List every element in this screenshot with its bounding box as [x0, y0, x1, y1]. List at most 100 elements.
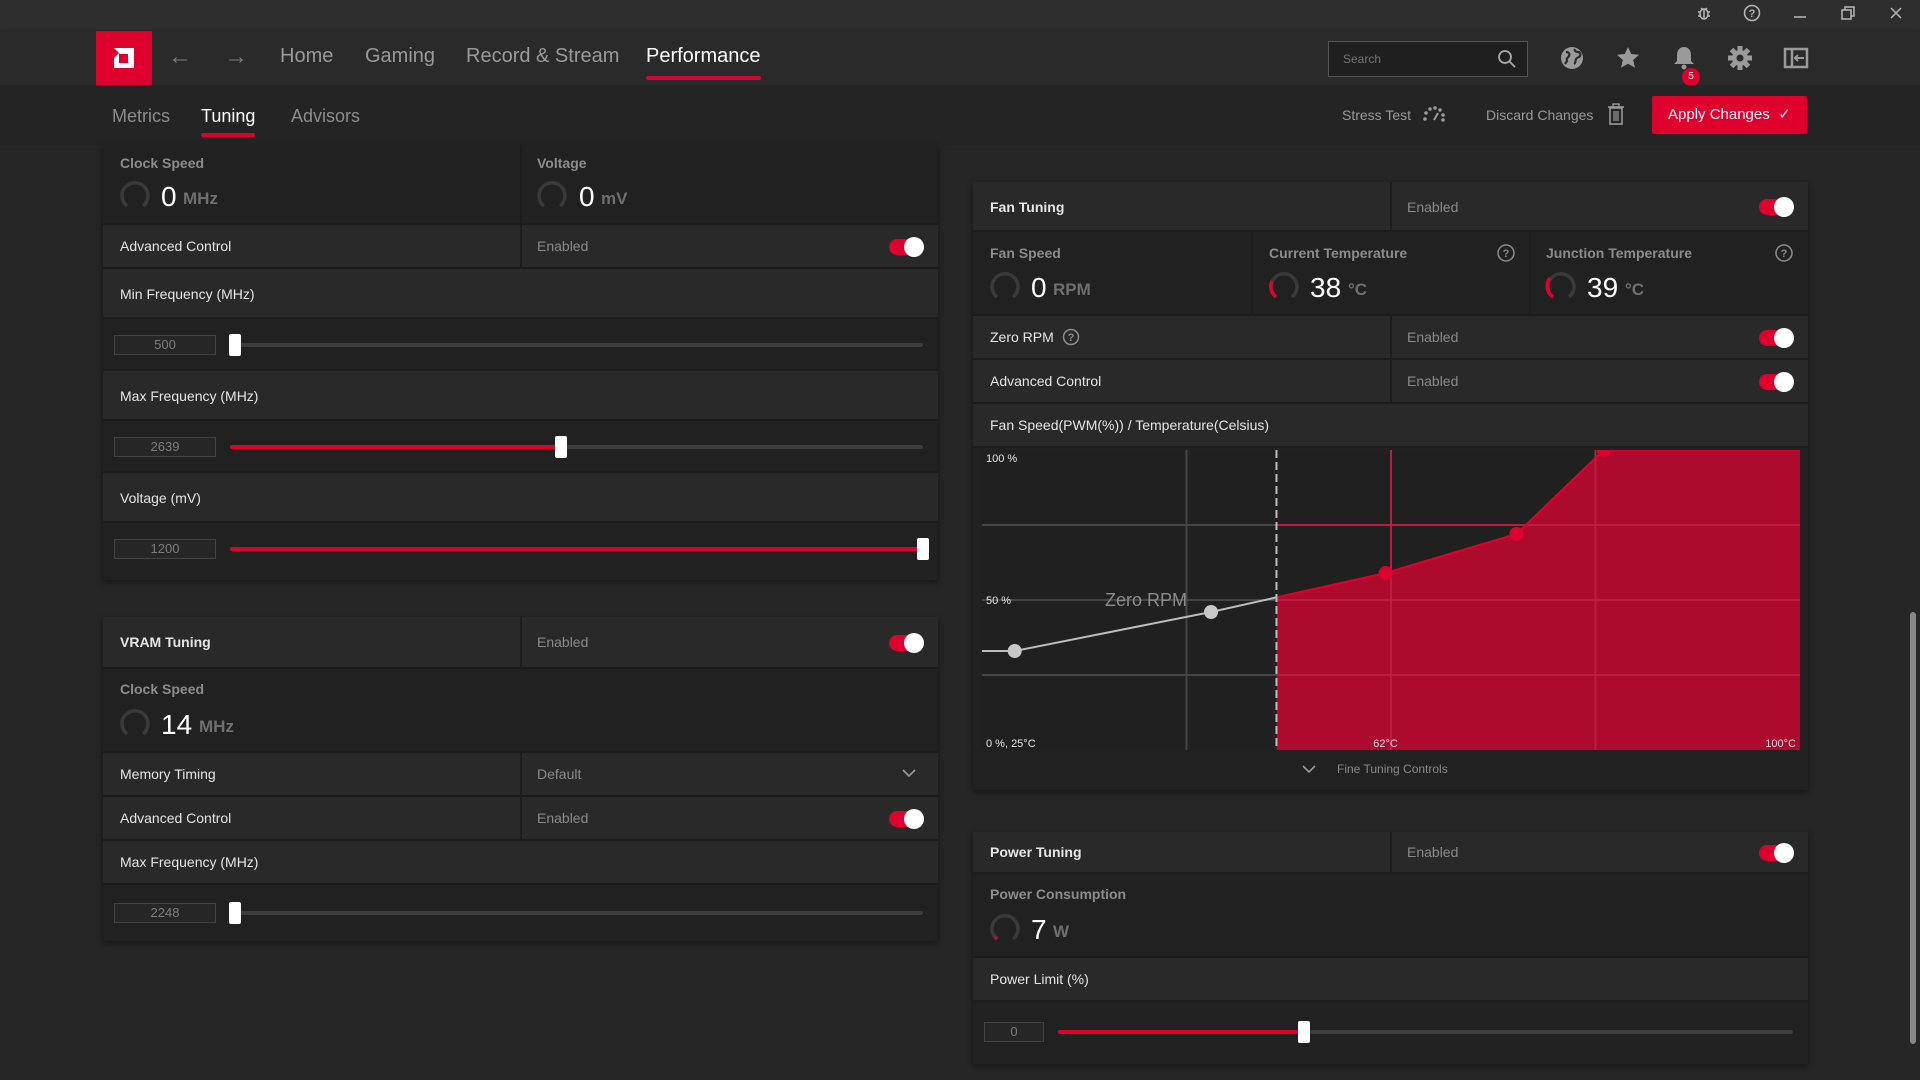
max-frequency-label: Max Frequency (MHz) [120, 388, 259, 404]
nav-gaming[interactable]: Gaming [365, 45, 435, 68]
voltage-title: Voltage [537, 155, 587, 171]
slider-thumb[interactable] [229, 334, 241, 356]
vram-tuning-panel: VRAM Tuning Enabled Clock Speed 14 MHz M… [103, 617, 938, 941]
fan-tuning-title: Fan Tuning [990, 199, 1065, 215]
power-consumption-unit: W [1053, 922, 1070, 941]
power-tuning-panel: Power Tuning Enabled Power Consumption 7… [973, 832, 1808, 1064]
back-arrow-icon[interactable]: ← [168, 43, 192, 71]
junction-temp-help-icon[interactable]: ? [1775, 244, 1793, 262]
stress-test-gauge-icon[interactable] [1421, 105, 1447, 123]
zero-rpm-zone-label: Zero RPM [1105, 590, 1187, 610]
trash-icon[interactable] [1608, 103, 1624, 125]
max-frequency-input[interactable]: 2639 [114, 437, 216, 457]
vram-max-frequency-slider[interactable] [229, 902, 923, 924]
tab-advisors[interactable]: Advisors [291, 106, 360, 127]
zero-rpm-state: Enabled [1407, 329, 1459, 345]
fan-curve-svg[interactable]: 100 % 50 % 0 %, 25°C 62°C 100°C Zero RPM [982, 450, 1800, 750]
clock-speed-value: 0 [161, 181, 177, 212]
power-tuning-toggle[interactable] [1759, 843, 1794, 863]
voltage-slider-label: Voltage (mV) [120, 490, 201, 506]
current-temp-unit: °C [1348, 280, 1368, 299]
chevron-down-icon[interactable] [1302, 764, 1316, 774]
settings-gear-icon[interactable] [1725, 43, 1755, 73]
curve-point[interactable] [1007, 644, 1022, 658]
close-icon[interactable] [1884, 4, 1908, 28]
current-temp-help-icon[interactable]: ? [1497, 244, 1515, 262]
fan-speed-gauge [990, 272, 1020, 299]
chevron-down-icon[interactable] [902, 768, 916, 778]
fan-advanced-control-toggle[interactable] [1759, 372, 1794, 392]
amd-logo[interactable] [96, 31, 152, 85]
divider [1251, 232, 1253, 314]
divider [520, 145, 522, 223]
title-bar: ? [0, 0, 1920, 31]
vram-advanced-control-toggle[interactable] [889, 809, 924, 829]
fan-tuning-toggle[interactable] [1759, 197, 1794, 217]
divider [1529, 232, 1531, 314]
curve-point[interactable] [1204, 605, 1219, 619]
voltage-slider[interactable] [230, 538, 929, 560]
voltage-slider-row: 1200 [103, 523, 938, 580]
memory-timing-label: Memory Timing [120, 766, 216, 782]
discard-changes-button[interactable]: Discard Changes [1486, 107, 1593, 123]
search-icon[interactable] [1497, 49, 1517, 69]
slider-thumb[interactable] [917, 538, 929, 560]
power-tuning-title: Power Tuning [990, 844, 1082, 860]
vram-clock-speed-unit: MHz [199, 717, 234, 736]
fine-tuning-row[interactable]: Fine Tuning Controls [973, 750, 1808, 790]
fan-header-row: Fan Tuning Enabled [973, 182, 1808, 232]
voltage-input[interactable]: 1200 [114, 539, 216, 559]
search-box[interactable] [1328, 41, 1528, 77]
junction-temp-title: Junction Temperature [1546, 245, 1692, 261]
vram-tuning-state: Enabled [537, 634, 589, 650]
sidebar-toggle-icon[interactable] [1781, 43, 1811, 73]
gpu-metrics-row: Clock Speed 0 MHz Voltage 0 mV [103, 145, 938, 225]
min-frequency-input[interactable]: 500 [114, 335, 216, 355]
junction-temp-value: 39 [1587, 272, 1619, 303]
min-frequency-slider[interactable] [229, 334, 923, 356]
favorites-star-icon[interactable] [1613, 43, 1643, 73]
globe-icon[interactable] [1557, 43, 1587, 73]
bug-report-icon[interactable] [1692, 4, 1716, 28]
clock-speed-title: Clock Speed [120, 155, 205, 171]
svg-text:?: ? [1781, 248, 1788, 260]
power-limit-slider[interactable] [1058, 1021, 1793, 1043]
current-temp-gauge [1269, 272, 1299, 299]
restore-icon[interactable] [1836, 4, 1860, 28]
fan-curve-chart[interactable]: 100 % 50 % 0 %, 25°C 62°C 100°C Zero RPM [982, 450, 1800, 750]
slider-thumb[interactable] [554, 436, 567, 458]
vram-max-frequency-input[interactable]: 2248 [114, 903, 216, 923]
slider-thumb[interactable] [229, 902, 241, 924]
junction-temp-gauge [1545, 272, 1576, 299]
slider-thumb[interactable] [1298, 1021, 1311, 1043]
vram-advanced-control-row: Advanced Control Enabled [103, 797, 938, 841]
power-limit-input[interactable]: 0 [984, 1022, 1044, 1042]
vertical-scrollbar[interactable] [1910, 612, 1916, 1044]
notification-badge: 5 [1682, 68, 1700, 86]
fan-advanced-control-row: Advanced Control Enabled [973, 360, 1808, 404]
zero-rpm-help-icon[interactable]: ? [1062, 328, 1080, 346]
max-frequency-slider[interactable] [230, 436, 923, 458]
minimize-icon[interactable] [1788, 4, 1812, 28]
nav-performance[interactable]: Performance [646, 45, 761, 80]
nav-home[interactable]: Home [280, 45, 333, 68]
tab-metrics[interactable]: Metrics [112, 106, 170, 127]
curve-point[interactable] [1509, 527, 1524, 541]
zero-rpm-row: Zero RPM ? Enabled [973, 316, 1808, 360]
apply-changes-button[interactable]: Apply Changes ✓ [1652, 96, 1807, 134]
fan-tuning-state: Enabled [1407, 199, 1459, 215]
stress-test-button[interactable]: Stress Test [1342, 107, 1411, 123]
fine-tuning-controls-button[interactable]: Fine Tuning Controls [1337, 762, 1448, 776]
tab-tuning[interactable]: Tuning [201, 106, 256, 137]
gpu-advanced-control-toggle[interactable] [889, 237, 924, 257]
zero-rpm-toggle[interactable] [1759, 328, 1794, 348]
search-input[interactable] [1343, 52, 1483, 66]
min-frequency-slider-row: 500 [103, 319, 938, 371]
vram-tuning-toggle[interactable] [889, 633, 924, 653]
help-icon[interactable]: ? [1740, 4, 1764, 28]
memory-timing-dropdown[interactable]: Default [537, 766, 581, 782]
nav-record-stream[interactable]: Record & Stream [466, 45, 619, 68]
curve-point[interactable] [1378, 566, 1393, 580]
x-tick-label: 62°C [1373, 738, 1398, 750]
forward-arrow-icon[interactable]: → [224, 43, 248, 71]
